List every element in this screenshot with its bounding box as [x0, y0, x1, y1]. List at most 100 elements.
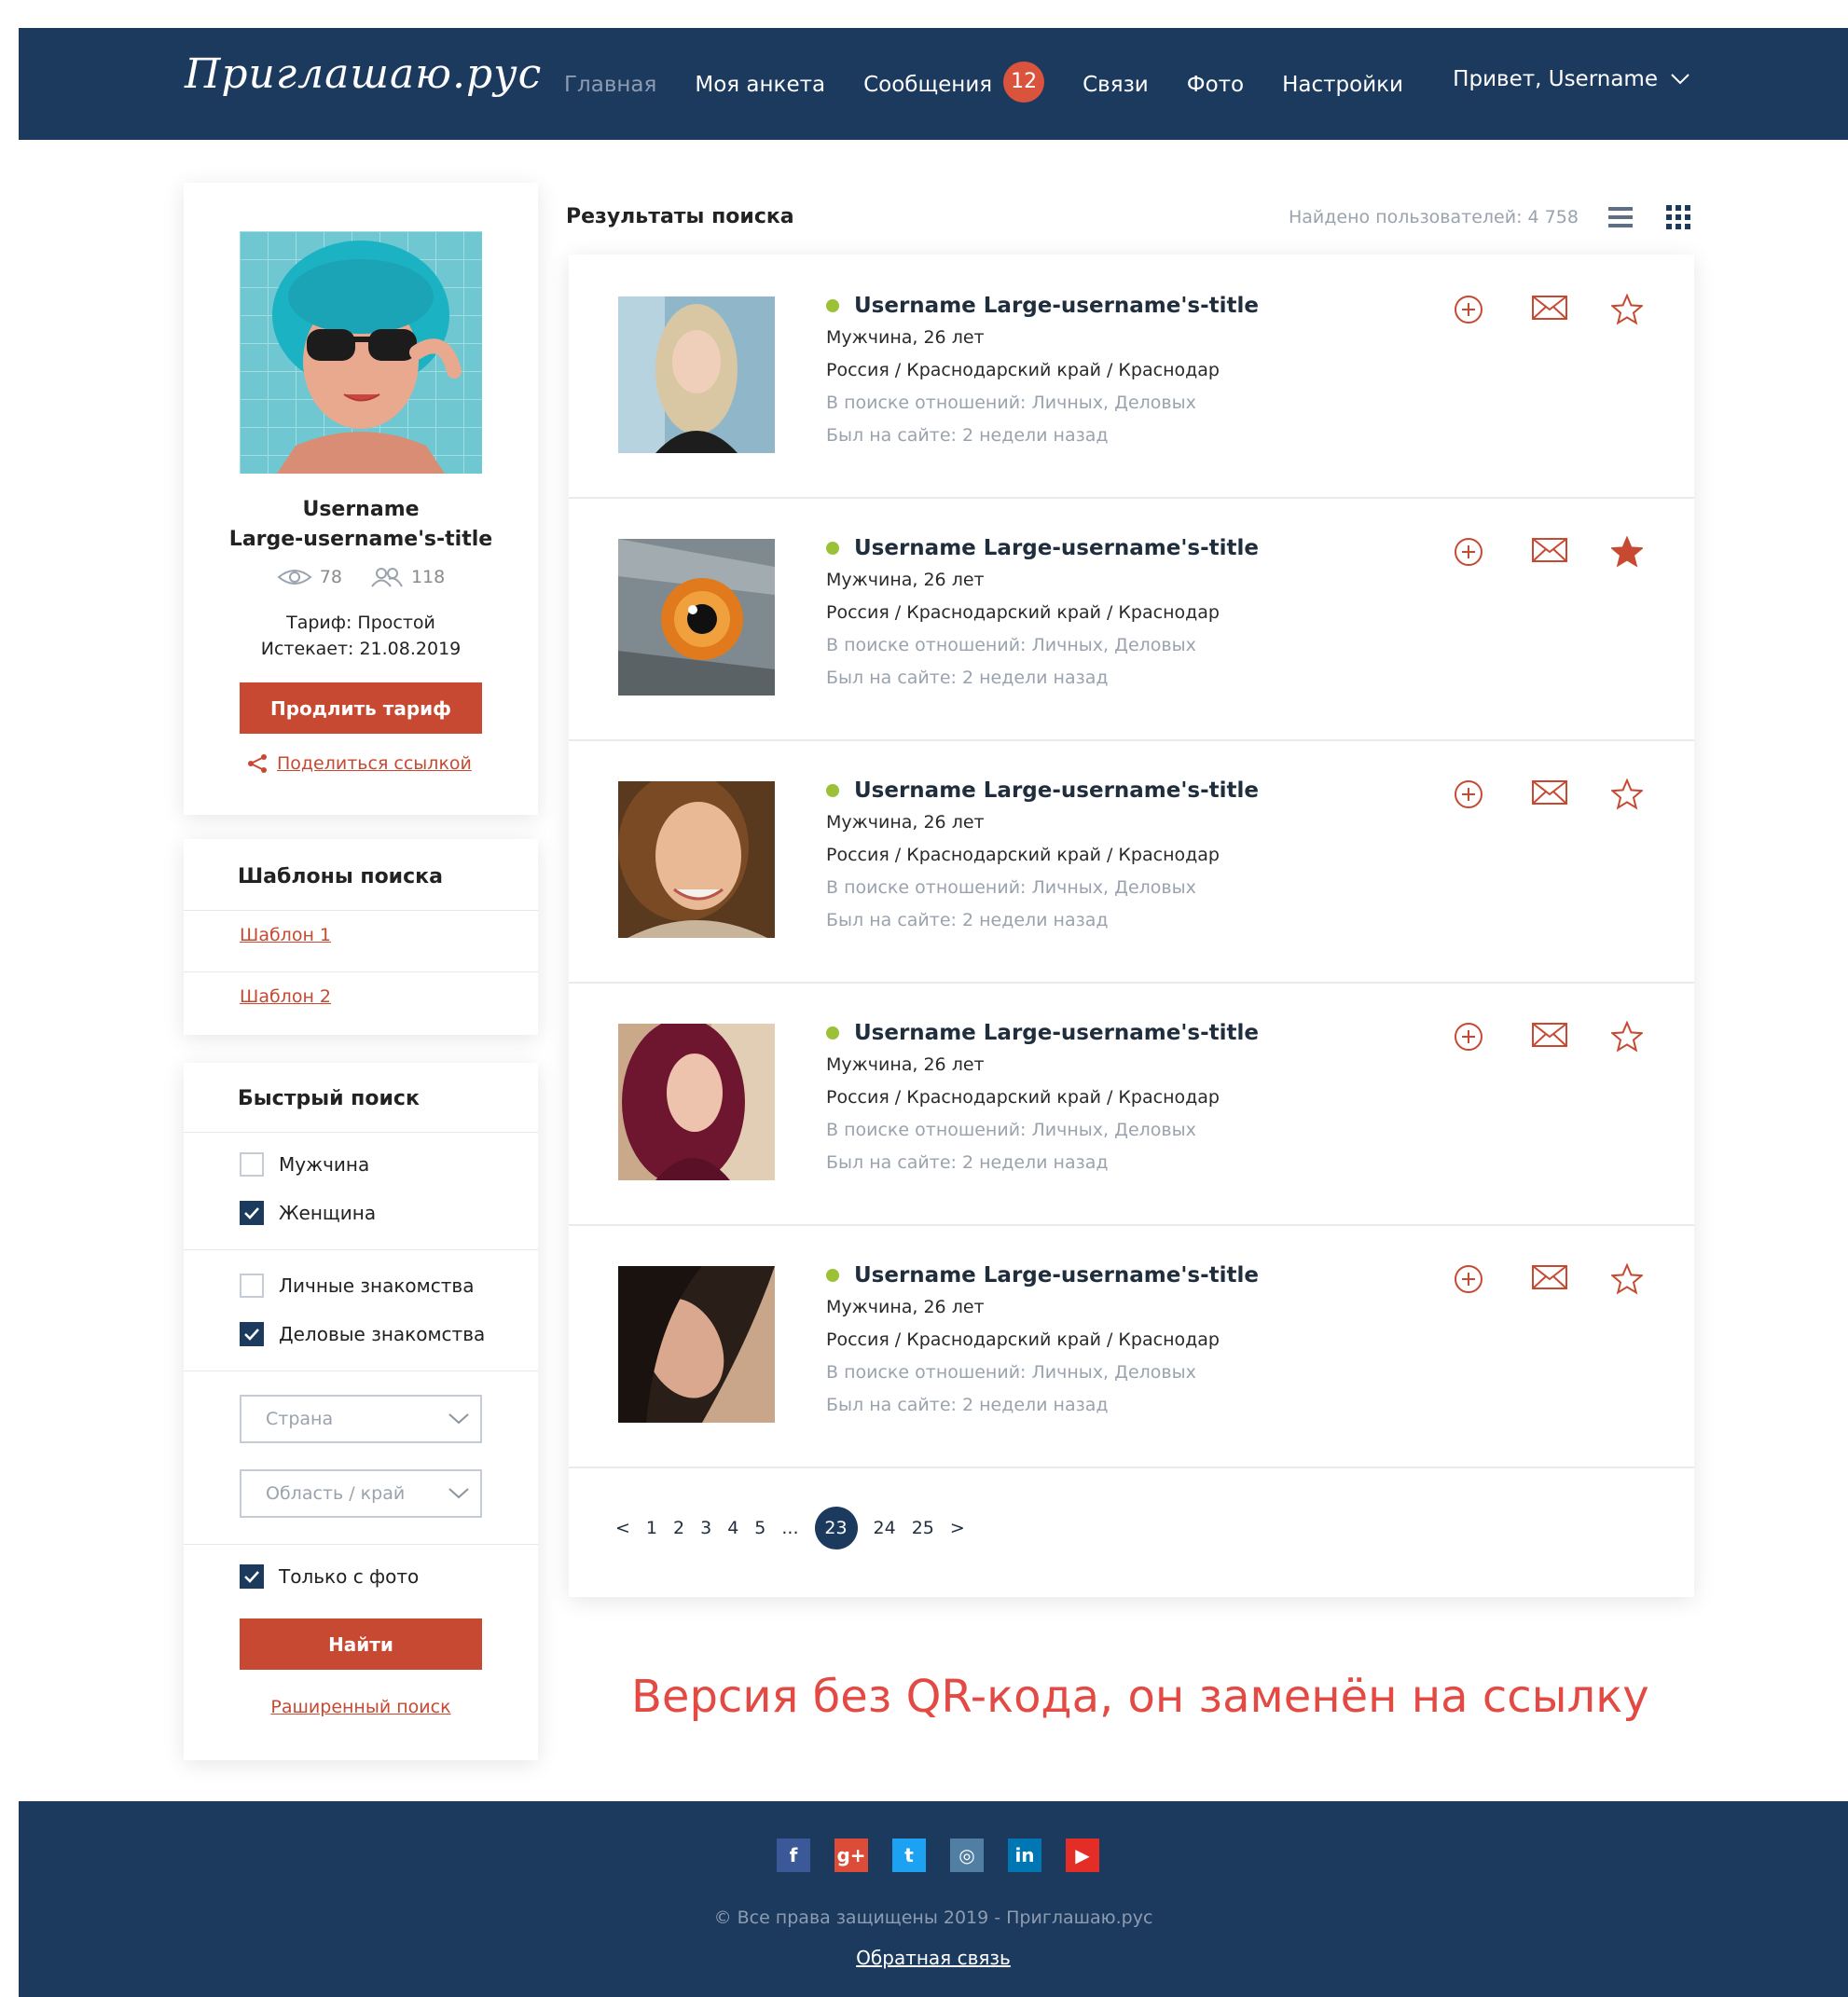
nav-item-label: Моя анкета — [695, 73, 826, 97]
add-contact-icon[interactable] — [1453, 536, 1484, 568]
page-link[interactable]: 3 — [700, 1518, 711, 1538]
nav-item-3[interactable]: Сообщения 12 — [863, 62, 1045, 103]
checkbox-box[interactable] — [240, 1201, 264, 1225]
main-nav: Главная Моя анкета Сообщения 12 Связи Фото Нас… — [564, 62, 1441, 103]
page-link[interactable]: 2 — [673, 1518, 684, 1538]
country-select[interactable]: Страна — [240, 1395, 482, 1443]
divider — [184, 1249, 538, 1250]
page-link[interactable]: 23 — [814, 1507, 858, 1549]
nav-item-4[interactable]: Связи — [1083, 73, 1149, 97]
add-contact-icon[interactable] — [1453, 294, 1484, 325]
checkbox-box[interactable] — [240, 1322, 264, 1346]
checkmark-icon — [244, 1207, 259, 1219]
add-contact-icon[interactable] — [1453, 1021, 1484, 1053]
result-gender-age: Мужчина, 26 лет — [826, 570, 985, 590]
checkbox-business[interactable]: Деловые знакомства — [240, 1322, 485, 1346]
nav-item-5[interactable]: Фото — [1187, 73, 1244, 97]
star-icon[interactable] — [1611, 294, 1643, 325]
page-link[interactable]: 25 — [912, 1518, 934, 1538]
nav-item-6[interactable]: Настройки — [1282, 73, 1403, 97]
star-icon[interactable] — [1611, 778, 1643, 810]
result-name[interactable]: Username Large-username's-title — [826, 532, 1259, 564]
page-link[interactable]: 5 — [754, 1518, 765, 1538]
search-templates-card: Шаблоны поиска Шаблон 1 Шаблон 2 — [184, 839, 538, 1035]
nav-item-1[interactable]: Главная — [564, 73, 656, 97]
result-location: Россия / Краснодарский край / Краснодар — [826, 1087, 1220, 1108]
youtube-icon[interactable]: ▶ — [1066, 1839, 1099, 1872]
star-icon[interactable] — [1611, 1263, 1643, 1295]
profile-avatar[interactable] — [240, 231, 482, 474]
advanced-search-link[interactable]: Раширенный поиск — [184, 1697, 538, 1717]
result-name-text: Username Large-username's-title — [854, 536, 1260, 560]
next-page-button[interactable]: > — [950, 1518, 965, 1538]
add-contact-icon[interactable] — [1453, 778, 1484, 810]
results-card: Username Large-username's-title Мужчина,… — [569, 255, 1694, 1597]
message-icon[interactable] — [1531, 294, 1568, 322]
google-plus-icon[interactable]: g+ — [834, 1839, 868, 1872]
message-icon[interactable] — [1531, 536, 1568, 564]
copyright: © Все права защищены 2019 - Приглашаю.ру… — [713, 1907, 1153, 1928]
checkbox-box[interactable] — [240, 1274, 264, 1298]
message-icon[interactable] — [1531, 778, 1568, 806]
result-photo[interactable] — [618, 539, 775, 696]
greeting-text: Привет, Username — [1453, 67, 1658, 91]
star-icon[interactable] — [1611, 1021, 1643, 1053]
grid-view-icon[interactable] — [1666, 205, 1692, 231]
template-link-2[interactable]: Шаблон 2 — [240, 986, 331, 1007]
checkbox-personal[interactable]: Личные знакомства — [240, 1274, 474, 1298]
extend-tariff-button[interactable]: Продлить тариф — [240, 682, 482, 734]
nav-item-label: Сообщения — [863, 73, 993, 97]
twitter-icon[interactable]: t — [892, 1839, 926, 1872]
page-link[interactable]: 24 — [874, 1518, 896, 1538]
share-link[interactable]: Поделиться ссылкой — [247, 753, 472, 774]
template-link-1[interactable]: Шаблон 1 — [240, 925, 331, 945]
user-menu[interactable]: Привет, Username — [1453, 67, 1689, 91]
result-photo[interactable] — [618, 781, 775, 938]
message-icon[interactable] — [1531, 1021, 1568, 1049]
result-info: Username Large-username's-title Мужчина,… — [826, 290, 1259, 452]
find-button[interactable]: Найти — [240, 1618, 482, 1670]
contacts-count: 118 — [410, 567, 446, 587]
divider — [184, 1132, 538, 1133]
page-link[interactable]: 1 — [646, 1518, 657, 1538]
checkbox-only-photo[interactable]: Только с фото — [240, 1564, 419, 1589]
message-icon[interactable] — [1531, 1263, 1568, 1291]
result-name[interactable]: Username Large-username's-title — [826, 1260, 1259, 1291]
page-link[interactable]: 4 — [727, 1518, 738, 1538]
site-logo[interactable]: Приглашаю.рус — [185, 50, 542, 98]
tariff-info: Тариф: Простой Истекает: 21.08.2019 — [184, 610, 538, 662]
star-filled-icon[interactable] — [1611, 536, 1643, 568]
result-last-seen: Был на сайте: 2 недели назад — [826, 425, 1109, 446]
checkbox-box[interactable] — [240, 1152, 264, 1177]
online-indicator — [826, 1269, 839, 1282]
instagram-icon[interactable]: ◎ — [950, 1839, 984, 1872]
result-name[interactable]: Username Large-username's-title — [826, 290, 1259, 322]
share-link-label: Поделиться ссылкой — [277, 753, 472, 774]
prev-page-button[interactable]: < — [615, 1518, 630, 1538]
checkbox-label: Только с фото — [279, 1565, 420, 1588]
checkbox-male[interactable]: Мужчина — [240, 1152, 369, 1177]
result-name-text: Username Large-username's-title — [854, 1263, 1260, 1288]
nav-item-2[interactable]: Моя анкета — [695, 73, 825, 97]
feedback-link[interactable]: Обратная связь — [19, 1947, 1848, 1969]
result-name[interactable]: Username Large-username's-title — [826, 1017, 1259, 1049]
result-photo[interactable] — [618, 1266, 775, 1423]
result-photo[interactable] — [618, 1024, 775, 1180]
checkbox-box[interactable] — [240, 1564, 264, 1589]
result-item: Username Large-username's-title Мужчина,… — [569, 982, 1694, 1226]
divider — [184, 1370, 538, 1371]
add-contact-icon[interactable] — [1453, 1263, 1484, 1295]
pagination-ellipsis[interactable]: ... — [781, 1518, 798, 1538]
profile-name-line1: Username — [302, 498, 420, 521]
result-photo[interactable] — [618, 296, 775, 453]
facebook-icon[interactable]: f — [777, 1839, 810, 1872]
result-name[interactable]: Username Large-username's-title — [826, 775, 1259, 806]
list-view-icon[interactable] — [1608, 205, 1634, 229]
result-looking: В поиске отношений: Личных, Деловых — [826, 393, 1196, 413]
linkedin-icon[interactable]: in — [1008, 1839, 1041, 1872]
quick-search-card: Быстрый поиск Мужчина Женщина Личные зна… — [184, 1063, 538, 1760]
views-count: 78 — [319, 567, 342, 587]
region-select[interactable]: Область / край — [240, 1469, 482, 1518]
checkbox-label: Деловые знакомства — [279, 1323, 486, 1345]
checkbox-female[interactable]: Женщина — [240, 1201, 376, 1225]
